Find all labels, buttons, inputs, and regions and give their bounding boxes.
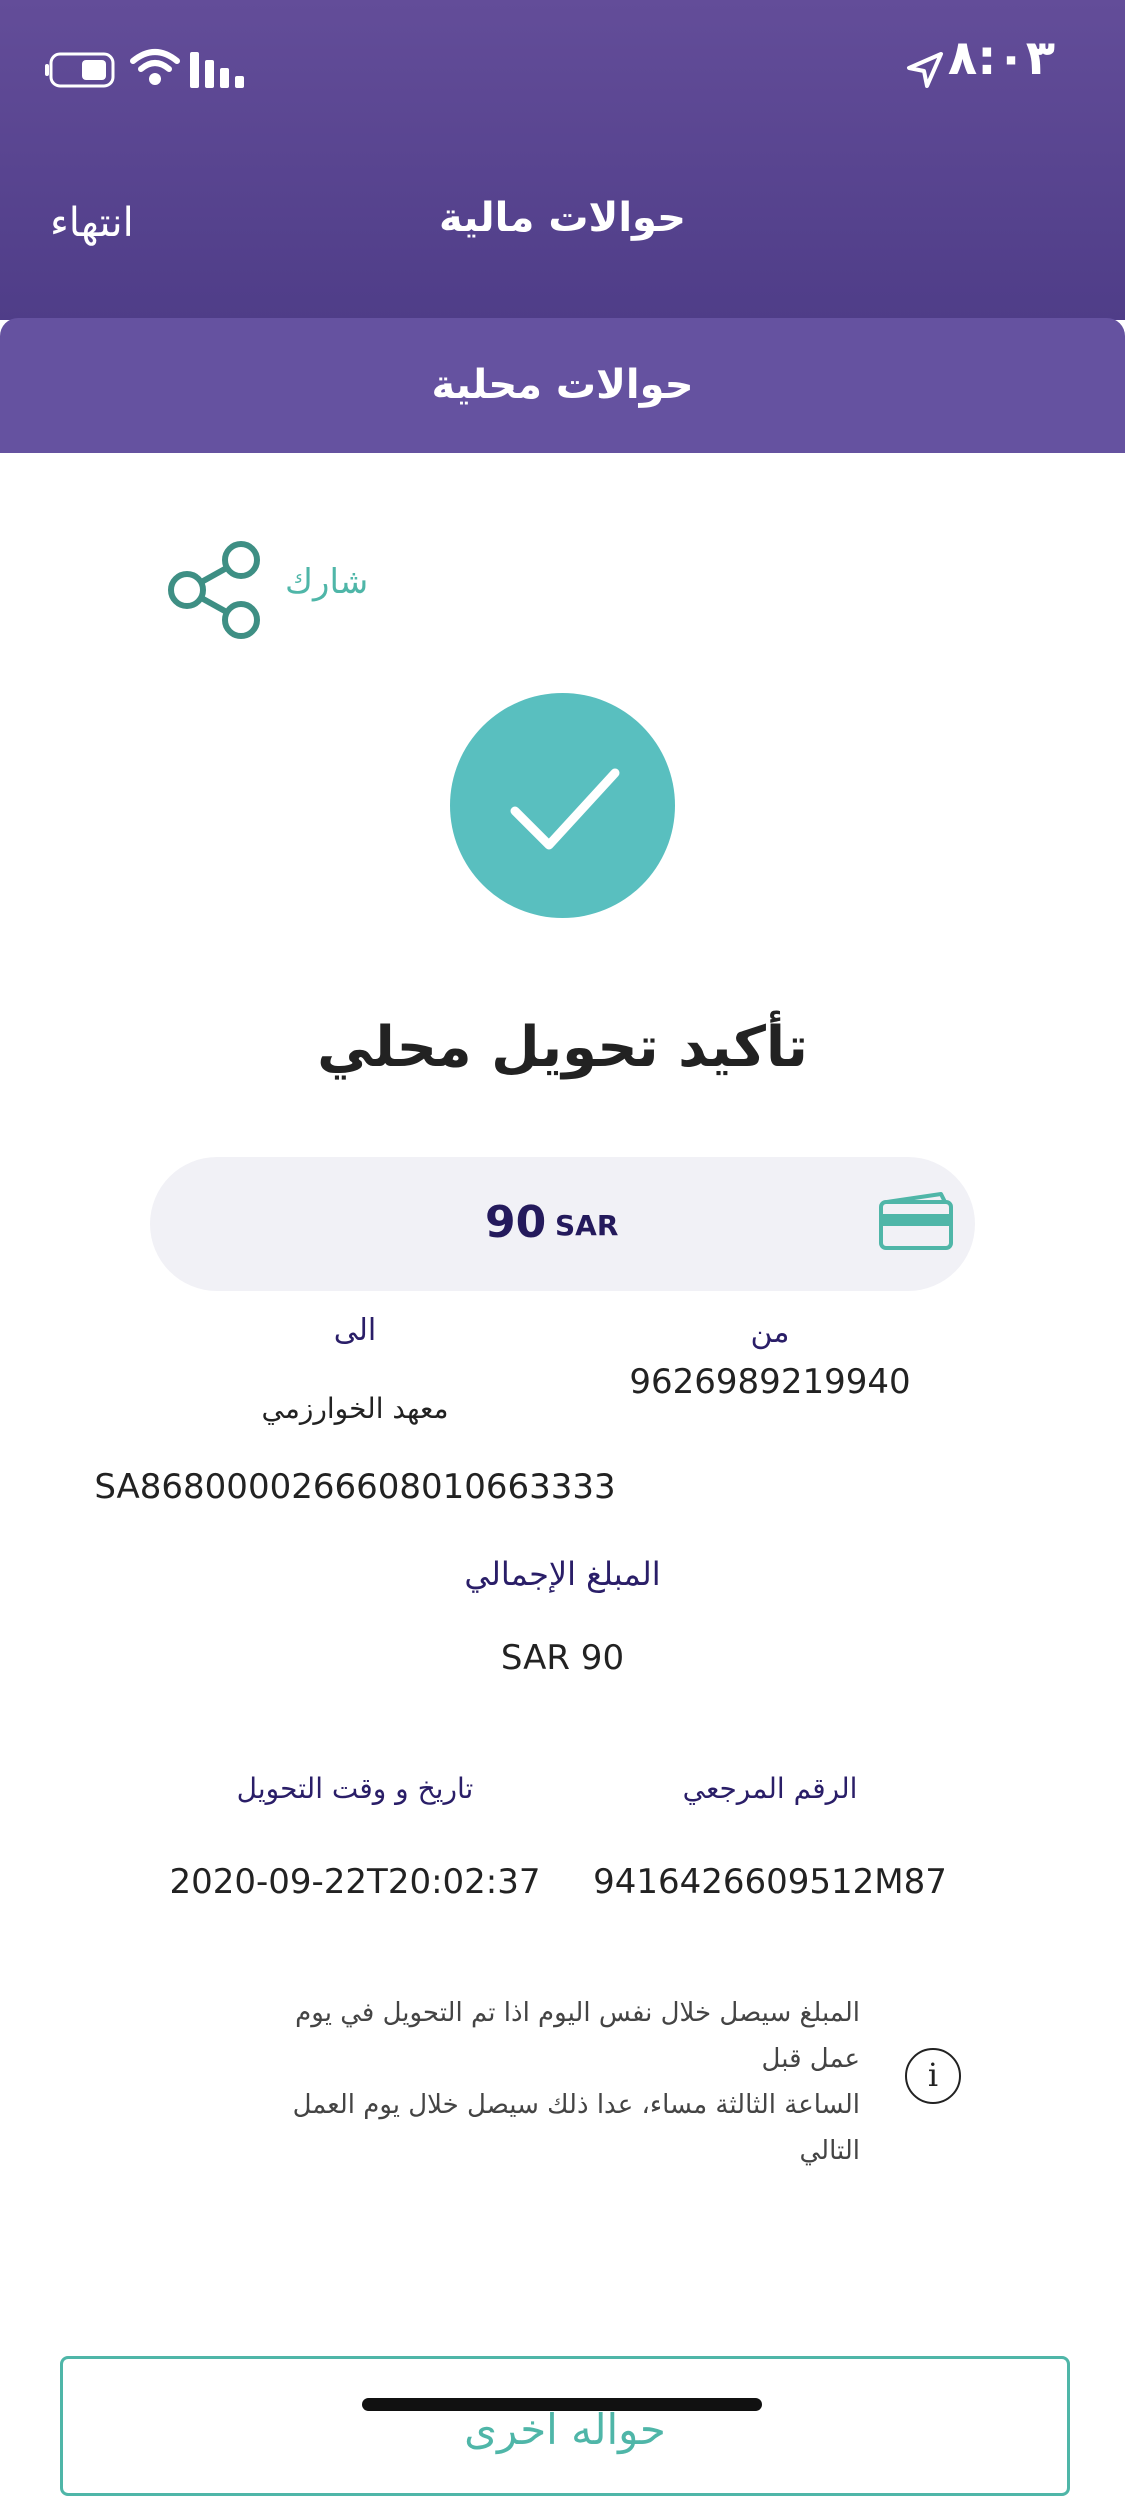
amount-currency: SAR <box>555 1209 619 1242</box>
another-transfer-button[interactable]: حواله اخرى <box>60 2356 1070 2496</box>
recipient-iban: SA8680000266608010663333 <box>94 1467 616 1507</box>
battery-icon <box>45 52 115 88</box>
wifi-icon <box>130 49 180 85</box>
cellular-signal-icon <box>190 52 244 88</box>
from-account-value: 9626989219940 <box>629 1362 911 1402</box>
reference-number-label: الرقم المرجعي <box>682 1772 858 1805</box>
status-time: ٨:٠٣ <box>947 30 1055 86</box>
checkmark-icon <box>510 768 620 850</box>
from-label: من <box>750 1315 790 1350</box>
total-amount-label: المبلغ الإجمالي <box>464 1555 661 1593</box>
recipient-name: معهد الخوارزمي <box>261 1392 449 1425</box>
info-icon[interactable]: i <box>905 2048 961 2104</box>
reference-number-value: 9416426609512M87 <box>593 1862 947 1902</box>
confirmation-title: تأكيد تحويل محلي <box>317 1015 808 1080</box>
success-badge <box>450 693 675 918</box>
share-label: شارك <box>285 562 369 602</box>
location-arrow-icon <box>907 52 943 88</box>
credit-card-icon <box>879 1192 953 1250</box>
info-glyph: i <box>927 2056 939 2094</box>
amount-value: 90 <box>485 1197 547 1248</box>
transfer-note-line: الساعة الثالثة مساء، عدا ذلك سيصل خلال ي… <box>292 2090 860 2166</box>
page-title: حوالات مالية <box>439 195 686 241</box>
another-transfer-label: حواله اخرى <box>464 2405 666 2454</box>
section-header: حوالات محلية <box>0 318 1125 453</box>
to-label: الى <box>333 1313 377 1348</box>
app-header: ٨:٠٣ انتهاء حوالات مالية <box>0 0 1125 320</box>
transfer-note: المبلغ سيصل خلال نفس اليوم اذا تم التحوي… <box>255 1990 860 2174</box>
transfer-note-line: المبلغ سيصل خلال نفس اليوم اذا تم التحوي… <box>295 1998 860 2074</box>
total-amount-value: SAR 90 <box>500 1638 625 1678</box>
amount-summary: 90 SAR <box>150 1157 975 1291</box>
share-icon <box>168 541 260 639</box>
transfer-datetime-value: 2020-09-22T20:02:37 <box>169 1862 541 1902</box>
status-bar: ٨:٠٣ <box>0 0 1125 140</box>
share-button[interactable]: شارك <box>165 540 385 640</box>
home-indicator[interactable] <box>362 2398 762 2411</box>
transfer-datetime-label: تاريخ و وقت التحويل <box>236 1772 474 1805</box>
section-title: حوالات محلية <box>431 362 694 408</box>
